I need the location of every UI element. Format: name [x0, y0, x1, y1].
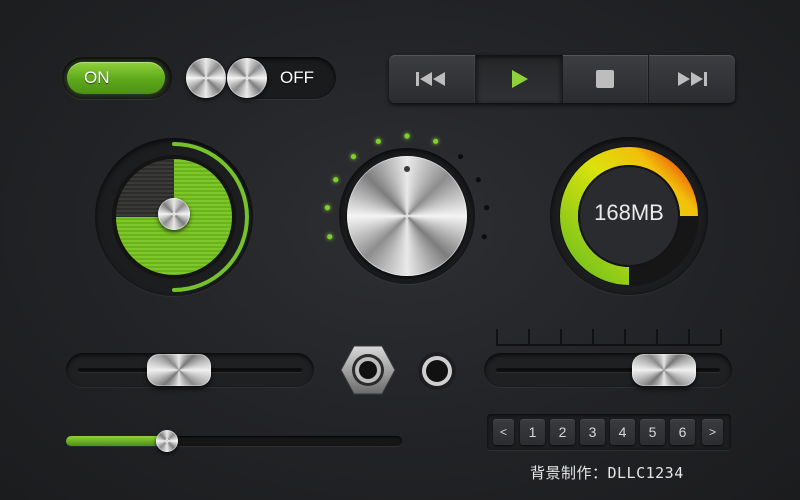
- slider-right[interactable]: [484, 353, 732, 387]
- volume-knob[interactable]: [347, 156, 467, 276]
- toggle-on-label: ON: [84, 68, 110, 87]
- slider-left-thumb[interactable]: [147, 354, 212, 386]
- ruler-scale: [496, 329, 722, 346]
- toggle-on-fill: [67, 62, 165, 94]
- pagination-page[interactable]: 6: [670, 419, 695, 445]
- on-toggle[interactable]: ON: [62, 57, 226, 99]
- volume-tick: [481, 234, 487, 240]
- progress-slider[interactable]: [66, 430, 402, 452]
- ruler-tick: [560, 329, 562, 345]
- media-controls: [389, 55, 735, 103]
- pagination-page[interactable]: 3: [580, 419, 605, 445]
- volume-tick: [475, 177, 481, 183]
- ruler-tick: [528, 329, 530, 345]
- stop-button[interactable]: [563, 55, 650, 103]
- progress-fill: [66, 436, 167, 446]
- pagination-page[interactable]: 1: [520, 419, 545, 445]
- fast-forward-icon: [678, 72, 708, 86]
- toggle-off-knob[interactable]: [227, 58, 267, 98]
- pagination: < 1 2 3 4 5 6 >: [487, 414, 731, 450]
- volume-tick: [327, 234, 333, 240]
- slider-right-thumb[interactable]: [632, 354, 696, 386]
- volume-tick: [375, 138, 381, 144]
- pagination-next[interactable]: >: [702, 419, 723, 445]
- footer-credit: 背景制作：DLLC1234: [530, 464, 684, 482]
- volume-tick: [483, 205, 490, 211]
- slider-left[interactable]: [66, 353, 314, 387]
- volume-tick: [333, 177, 339, 183]
- ruler-tick: [656, 329, 658, 345]
- ruler-tick: [624, 329, 626, 345]
- pagination-page[interactable]: 5: [640, 419, 665, 445]
- hex-jack-icon: [340, 345, 396, 395]
- toggle-on-knob[interactable]: [186, 58, 226, 98]
- round-jack-icon: [418, 352, 456, 390]
- toggle-off-label: OFF: [280, 68, 314, 87]
- volume-tick: [457, 153, 464, 160]
- rewind-button[interactable]: [389, 55, 476, 103]
- volume-tick: [324, 205, 331, 211]
- pie-dial-knob[interactable]: [158, 198, 190, 230]
- progress-thumb[interactable]: [155, 430, 178, 452]
- volume-tick: [404, 133, 410, 139]
- volume-tick: [433, 138, 439, 144]
- ruler-tick: [688, 329, 690, 345]
- memory-gauge-label: 168MB: [594, 200, 664, 225]
- play-icon: [511, 70, 528, 88]
- pagination-prev[interactable]: <: [493, 419, 514, 445]
- volume-knob-indicator: [404, 166, 410, 172]
- rewind-icon: [415, 72, 445, 86]
- stop-icon: [596, 70, 615, 88]
- play-button[interactable]: [475, 55, 563, 103]
- ruler-tick: [496, 329, 498, 345]
- ruler-tick: [720, 329, 722, 345]
- ruler-tick: [592, 329, 594, 345]
- pagination-page[interactable]: 4: [610, 419, 635, 445]
- pagination-page[interactable]: 2: [550, 419, 575, 445]
- volume-tick: [350, 153, 357, 160]
- fast-forward-button[interactable]: [649, 55, 735, 103]
- off-toggle[interactable]: OFF: [226, 57, 336, 99]
